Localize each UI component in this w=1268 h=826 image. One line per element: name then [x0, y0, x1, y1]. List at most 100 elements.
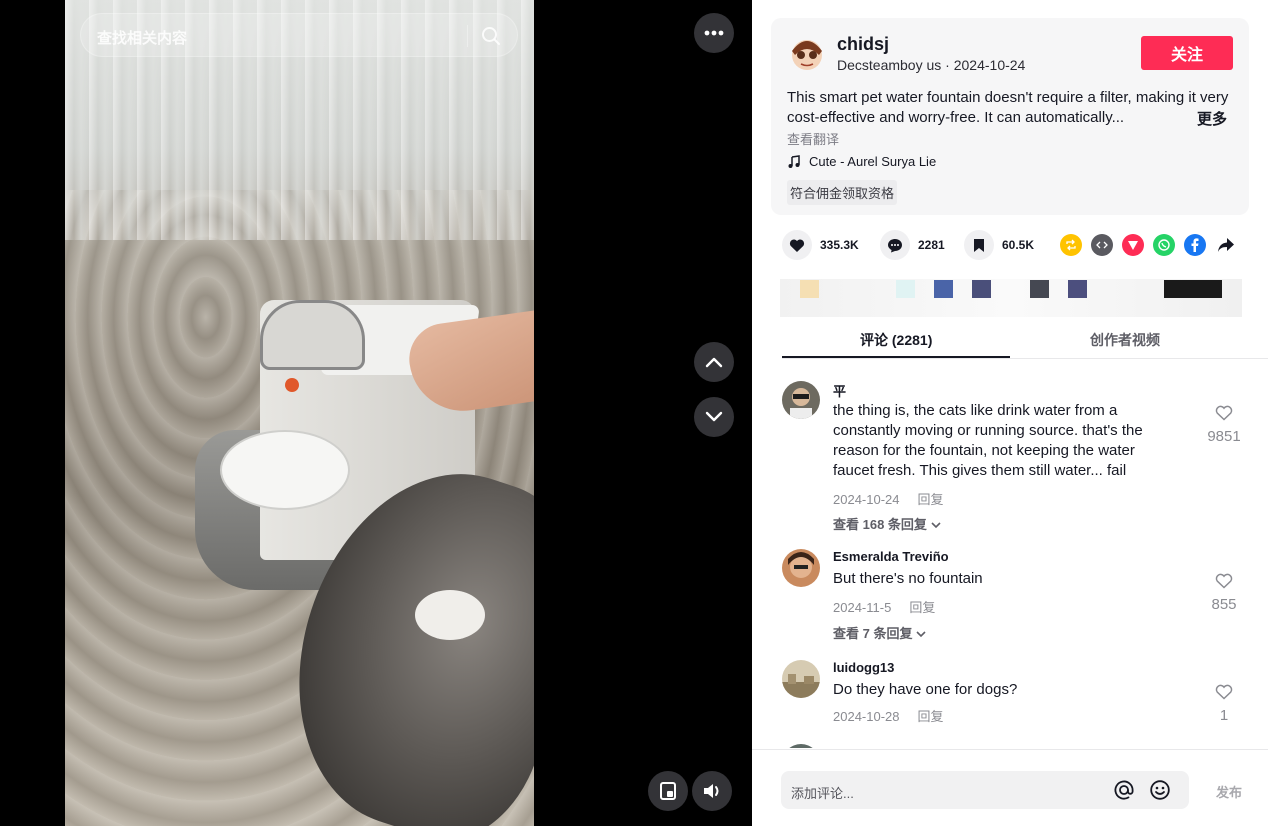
author-subtitle: Decsteamboy us · 2024-10-24 — [837, 57, 1025, 73]
next-video-button[interactable] — [694, 397, 734, 437]
view-replies-label[interactable]: 查看 168 条回复 — [833, 517, 927, 532]
tab-creator-videos[interactable]: 创作者视频 — [1090, 330, 1160, 350]
music-title[interactable]: Cute - Aurel Surya Lie — [809, 154, 936, 169]
embed-icon[interactable] — [1091, 234, 1113, 256]
comment-like-count: 9851 — [1207, 428, 1241, 445]
volume-button[interactable] — [692, 771, 732, 811]
reply-button[interactable]: 回复 — [909, 600, 935, 615]
author-name[interactable]: chidsj — [837, 34, 889, 55]
commenter-avatar[interactable] — [782, 381, 820, 419]
commenter-avatar[interactable] — [782, 660, 820, 698]
heart-icon[interactable] — [782, 230, 812, 260]
video-player[interactable]: 查找相关内容 — [0, 0, 752, 826]
more-dots-icon — [704, 30, 724, 36]
description-more-link[interactable]: 更多 — [1197, 108, 1227, 129]
view-replies-link[interactable]: 查看 168 条回复 — [833, 514, 941, 533]
chevron-down-icon — [916, 631, 926, 638]
active-tab-indicator — [782, 356, 1010, 358]
swatch-7 — [1164, 280, 1222, 298]
author-nickname[interactable]: Decsteamboy us — [837, 57, 941, 73]
comment-meta: 2024-11-5 回复 — [833, 597, 935, 616]
send-icon[interactable] — [1122, 234, 1144, 256]
save-action[interactable]: 60.5K — [964, 230, 1034, 260]
heart-outline-icon[interactable] — [1215, 405, 1233, 421]
post-comment-button[interactable]: 发布 — [1216, 782, 1242, 801]
comment-like-count: 1 — [1219, 707, 1229, 724]
author-separator: · — [941, 57, 954, 73]
share-arrow-icon[interactable] — [1215, 234, 1237, 256]
music-note-icon — [788, 154, 800, 168]
comment-input[interactable]: 添加评论... — [781, 771, 1189, 809]
facebook-icon[interactable] — [1184, 234, 1206, 256]
comment-text: Do they have one for dogs? — [833, 681, 1018, 698]
music-link[interactable]: Cute - Aurel Surya Lie — [787, 154, 936, 169]
follow-button[interactable]: 关注 — [1141, 36, 1233, 70]
heart-outline-icon[interactable] — [1215, 684, 1233, 700]
whatsapp-icon[interactable] — [1153, 234, 1175, 256]
video-frame[interactable] — [65, 0, 534, 826]
commenter-name[interactable]: luidogg13 — [833, 660, 894, 675]
comment-list[interactable]: 平 the thing is, the cats like drink wate… — [752, 360, 1268, 748]
bookmark-icon[interactable] — [964, 230, 994, 260]
search-divider — [467, 25, 468, 47]
video-search-bar[interactable]: 查找相关内容 — [80, 13, 518, 57]
fountain-led — [285, 378, 299, 392]
cat-patch — [415, 590, 485, 640]
save-count: 60.5K — [1002, 238, 1035, 252]
view-replies-link[interactable]: 查看 7 条回复 — [833, 623, 926, 642]
chevron-down-icon — [930, 522, 941, 529]
comment-text: But there's no fountain — [833, 570, 983, 587]
more-options-button[interactable] — [694, 13, 734, 53]
post-info-card: chidsj Decsteamboy us · 2024-10-24 关注 Th… — [771, 18, 1249, 215]
comment-date: 2024-10-28 — [833, 709, 900, 724]
comment-date: 2024-11-5 — [833, 600, 892, 615]
translate-link[interactable]: 查看翻译 — [787, 129, 839, 148]
swatch-5 — [1030, 280, 1049, 298]
chevron-up-icon — [705, 357, 723, 368]
reply-button[interactable]: 回复 — [918, 492, 944, 507]
comment-composer: 添加评论... 发布 — [752, 749, 1268, 826]
fountain-bowl — [220, 430, 350, 510]
view-replies-label[interactable]: 查看 7 条回复 — [833, 626, 912, 641]
author-avatar[interactable] — [789, 33, 825, 73]
video-search-placeholder[interactable]: 查找相关内容 — [97, 27, 187, 48]
commenter-avatar[interactable] — [782, 744, 820, 748]
like-action[interactable]: 335.3K — [782, 230, 859, 260]
comment-text: the thing is, the cats like drink water … — [833, 402, 1143, 479]
swatch-3 — [934, 280, 953, 298]
emoji-icon[interactable] — [1149, 779, 1171, 801]
comment-like[interactable]: 1 — [1202, 684, 1246, 724]
comment-like[interactable]: 9851 — [1202, 405, 1246, 445]
chevron-down-icon — [705, 411, 723, 422]
comment-bubble-icon[interactable] — [880, 230, 910, 260]
comment-date: 2024-10-24 — [833, 492, 900, 507]
comment-meta: 2024-10-28 回复 — [833, 706, 944, 725]
comment-action[interactable]: 2281 — [880, 230, 945, 260]
commenter-avatar[interactable] — [782, 549, 820, 587]
floating-player-button[interactable] — [648, 771, 688, 811]
reply-button[interactable]: 回复 — [918, 709, 944, 724]
commenter-name[interactable]: 平 — [833, 381, 846, 400]
search-icon[interactable] — [479, 24, 503, 48]
mention-icon[interactable] — [1113, 779, 1135, 801]
action-bar: 335.3K 2281 60.5K — [782, 230, 1252, 262]
commenter-name[interactable]: Esmeralda Treviño — [833, 549, 949, 564]
app-root: 查找相关内容 chidsj Decsteamboy us · 2024-10-2… — [0, 0, 1268, 826]
comment-tabs: 评论 (2281) 创作者视频 — [782, 322, 1268, 359]
tab-comments[interactable]: 评论 (2281) — [860, 330, 932, 350]
speaker-icon — [704, 784, 719, 798]
comment-like-count: 855 — [1211, 596, 1237, 613]
related-products-strip[interactable] — [780, 279, 1242, 317]
swatch-2 — [896, 280, 915, 298]
repost-icon[interactable] — [1060, 234, 1082, 256]
comment-like[interactable]: 855 — [1202, 573, 1246, 613]
comment-meta: 2024-10-24 回复 — [833, 489, 944, 508]
commission-badge: 符合佣金领取资格 — [787, 180, 898, 205]
comment-placeholder[interactable]: 添加评论... — [791, 783, 854, 802]
detail-panel: chidsj Decsteamboy us · 2024-10-24 关注 Th… — [752, 0, 1268, 826]
previous-video-button[interactable] — [694, 342, 734, 382]
post-date: 2024-10-24 — [953, 57, 1026, 73]
heart-outline-icon[interactable] — [1215, 573, 1233, 589]
swatch-4 — [972, 280, 991, 298]
fountain-reservoir — [260, 300, 365, 370]
